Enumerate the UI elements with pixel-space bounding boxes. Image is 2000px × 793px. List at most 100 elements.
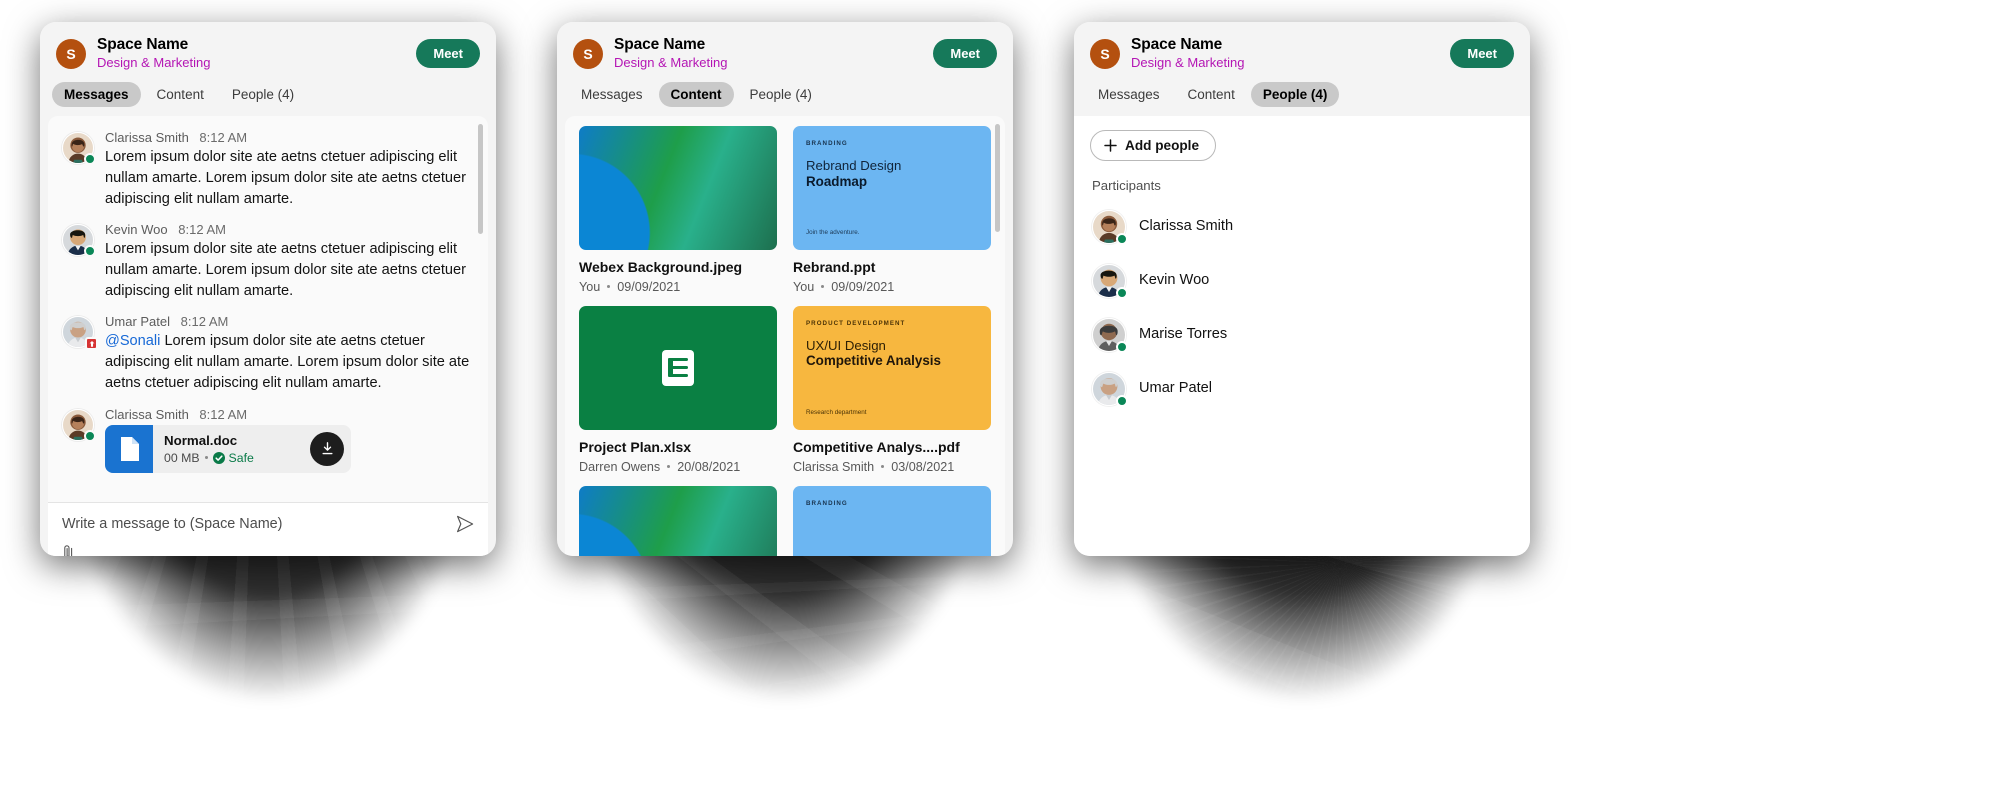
content-scrollbar[interactable] bbox=[995, 124, 1000, 233]
download-button[interactable] bbox=[310, 431, 344, 466]
content-grid-scroll: Webex Background.jpeg You 09/09/2021 BRA… bbox=[565, 116, 1005, 556]
thumb-line1: UX/UI Design bbox=[806, 337, 886, 353]
safe-status-badge: Safe bbox=[212, 451, 254, 465]
file-thumbnail-spreadsheet bbox=[579, 305, 777, 430]
tab-people[interactable]: People (4) bbox=[220, 82, 306, 107]
message-input[interactable] bbox=[62, 516, 456, 533]
message-meta: Kevin Woo 8:12 AM bbox=[105, 222, 474, 237]
separator-dot bbox=[667, 465, 671, 469]
space-avatar: S bbox=[56, 38, 86, 69]
list-item[interactable]: Marise Torres bbox=[1090, 307, 1514, 361]
add-people-label: Add people bbox=[1125, 138, 1200, 154]
tab-messages[interactable]: Messages bbox=[1086, 82, 1172, 107]
message-item[interactable]: Clarissa Smith 8:12 AM Lorem ipsum dolor… bbox=[62, 130, 474, 209]
messages-scrollbar[interactable] bbox=[478, 124, 483, 235]
thumb-kicker: PRODUCT DEVELOPMENT bbox=[806, 319, 906, 327]
file-date: 09/09/2021 bbox=[831, 279, 895, 294]
file-thumbnail-pdf: PRODUCT DEVELOPMENT UX/UI Design Competi… bbox=[793, 305, 991, 430]
mention-link[interactable]: @Sonali bbox=[105, 333, 160, 349]
tab-bar: Messages Content People (4) bbox=[40, 71, 496, 117]
tab-content[interactable]: Content bbox=[1176, 82, 1247, 107]
file-grid: Webex Background.jpeg You 09/09/2021 BRA… bbox=[579, 126, 991, 556]
list-item[interactable]: Umar Patel bbox=[1090, 361, 1514, 415]
participant-name: Kevin Woo bbox=[1139, 272, 1210, 289]
paperclip-icon[interactable] bbox=[62, 544, 75, 556]
tab-people[interactable]: People (4) bbox=[1250, 82, 1340, 108]
page-title: Space Name bbox=[614, 36, 706, 53]
presence-indicator bbox=[1116, 395, 1128, 408]
download-icon bbox=[321, 442, 333, 455]
avatar bbox=[62, 132, 96, 166]
list-item[interactable]: Kevin Woo bbox=[1090, 253, 1514, 307]
message-body: Clarissa Smith 8:12 AM Lorem ipsum dolor… bbox=[105, 130, 474, 209]
composer-row bbox=[62, 515, 474, 533]
participants-heading: Participants bbox=[1092, 178, 1161, 194]
meet-button[interactable]: Meet bbox=[1450, 39, 1514, 69]
space-title-group: Space Name Design & Marketing bbox=[614, 36, 933, 71]
file-card[interactable]: Project Plan.xlsx Darren Owens 20/08/202… bbox=[579, 305, 777, 474]
meet-button[interactable]: Meet bbox=[933, 39, 997, 69]
file-attachment-card[interactable]: Normal.doc 00 MB Safe bbox=[105, 424, 351, 473]
presence-indicator bbox=[84, 429, 96, 442]
meet-button[interactable]: Meet bbox=[416, 39, 480, 69]
panel-content: S Space Name Design & Marketing Meet Mes… bbox=[557, 22, 1013, 556]
presence-indicator bbox=[84, 245, 96, 258]
messages-body: Clarissa Smith 8:12 AM Lorem ipsum dolor… bbox=[48, 116, 488, 556]
avatar bbox=[1092, 318, 1128, 354]
file-owner: Darren Owens bbox=[579, 459, 661, 474]
file-meta: Clarissa Smith 03/08/2021 bbox=[793, 460, 991, 474]
message-item[interactable]: Clarissa Smith 8:12 AM Normal.doc 00 MB … bbox=[62, 407, 474, 473]
presence-indicator bbox=[1116, 287, 1128, 300]
space-title-group: Space Name Design & Marketing bbox=[97, 36, 416, 71]
page-title: Space Name bbox=[1131, 36, 1223, 53]
file-card[interactable]: PRODUCT DEVELOPMENT UX/UI Design Competi… bbox=[793, 305, 991, 474]
message-meta: Clarissa Smith 8:12 AM bbox=[105, 130, 474, 145]
file-card[interactable] bbox=[579, 485, 777, 556]
avatar bbox=[62, 224, 96, 258]
message-meta: Clarissa Smith 8:12 AM bbox=[105, 407, 474, 422]
message-body: Clarissa Smith 8:12 AM Normal.doc 00 MB … bbox=[105, 407, 474, 473]
thumb-kicker: BRANDING bbox=[806, 499, 848, 507]
message-text-rest: Lorem ipsum dolor site ate aetns ctetuer… bbox=[105, 333, 470, 391]
send-icon[interactable] bbox=[456, 515, 474, 533]
participant-name: Clarissa Smith bbox=[1139, 218, 1234, 235]
separator-dot bbox=[204, 456, 208, 459]
message-item[interactable]: Umar Patel 8:12 AM @Sonali Lorem ipsum d… bbox=[62, 314, 474, 393]
file-thumbnail-image bbox=[579, 126, 777, 251]
file-card[interactable]: Webex Background.jpeg You 09/09/2021 bbox=[579, 126, 777, 294]
avatar bbox=[1092, 210, 1128, 246]
file-owner: You bbox=[579, 279, 601, 294]
urgent-badge-icon bbox=[85, 337, 98, 351]
thumb-footer: Research department bbox=[806, 408, 867, 416]
tab-bar: Messages Content People (4) bbox=[557, 71, 1013, 117]
tab-content[interactable]: Content bbox=[145, 82, 216, 107]
space-header: S Space Name Design & Marketing Meet bbox=[40, 22, 496, 72]
space-avatar: S bbox=[573, 38, 603, 69]
file-date: 20/08/2021 bbox=[677, 459, 741, 474]
panel-messages: S Space Name Design & Marketing Meet Mes… bbox=[40, 22, 496, 556]
file-name: Webex Background.jpeg bbox=[579, 259, 743, 276]
add-people-button[interactable]: Add people bbox=[1090, 130, 1217, 162]
file-meta: Darren Owens 20/08/2021 bbox=[579, 460, 777, 474]
message-author: Clarissa Smith bbox=[105, 406, 189, 422]
avatar bbox=[1092, 372, 1128, 408]
tab-content[interactable]: Content bbox=[658, 82, 734, 108]
presence-indicator bbox=[84, 153, 96, 166]
tab-messages[interactable]: Messages bbox=[52, 82, 141, 108]
tab-people[interactable]: People (4) bbox=[738, 82, 824, 107]
tab-messages[interactable]: Messages bbox=[569, 82, 655, 107]
people-pane: Add people Participants Clarissa Smith K… bbox=[1074, 116, 1530, 415]
file-card[interactable]: BRANDING Rebrand Design Roadmap Join the… bbox=[793, 126, 991, 294]
file-name: Project Plan.xlsx bbox=[579, 438, 692, 455]
message-item[interactable]: Kevin Woo 8:12 AM Lorem ipsum dolor site… bbox=[62, 222, 474, 301]
message-text: @Sonali Lorem ipsum dolor site ate aetns… bbox=[105, 331, 474, 393]
list-item[interactable]: Clarissa Smith bbox=[1090, 199, 1514, 253]
file-card[interactable]: BRANDING bbox=[793, 485, 991, 556]
file-owner: You bbox=[793, 279, 815, 294]
screenshot-stage: S Space Name Design & Marketing Meet Mes… bbox=[0, 0, 2000, 793]
space-subtitle: Design & Marketing bbox=[1131, 54, 1245, 70]
presence-indicator bbox=[1116, 233, 1128, 246]
separator-dot bbox=[881, 465, 885, 469]
message-author: Kevin Woo bbox=[105, 222, 168, 238]
avatar bbox=[1092, 264, 1128, 300]
